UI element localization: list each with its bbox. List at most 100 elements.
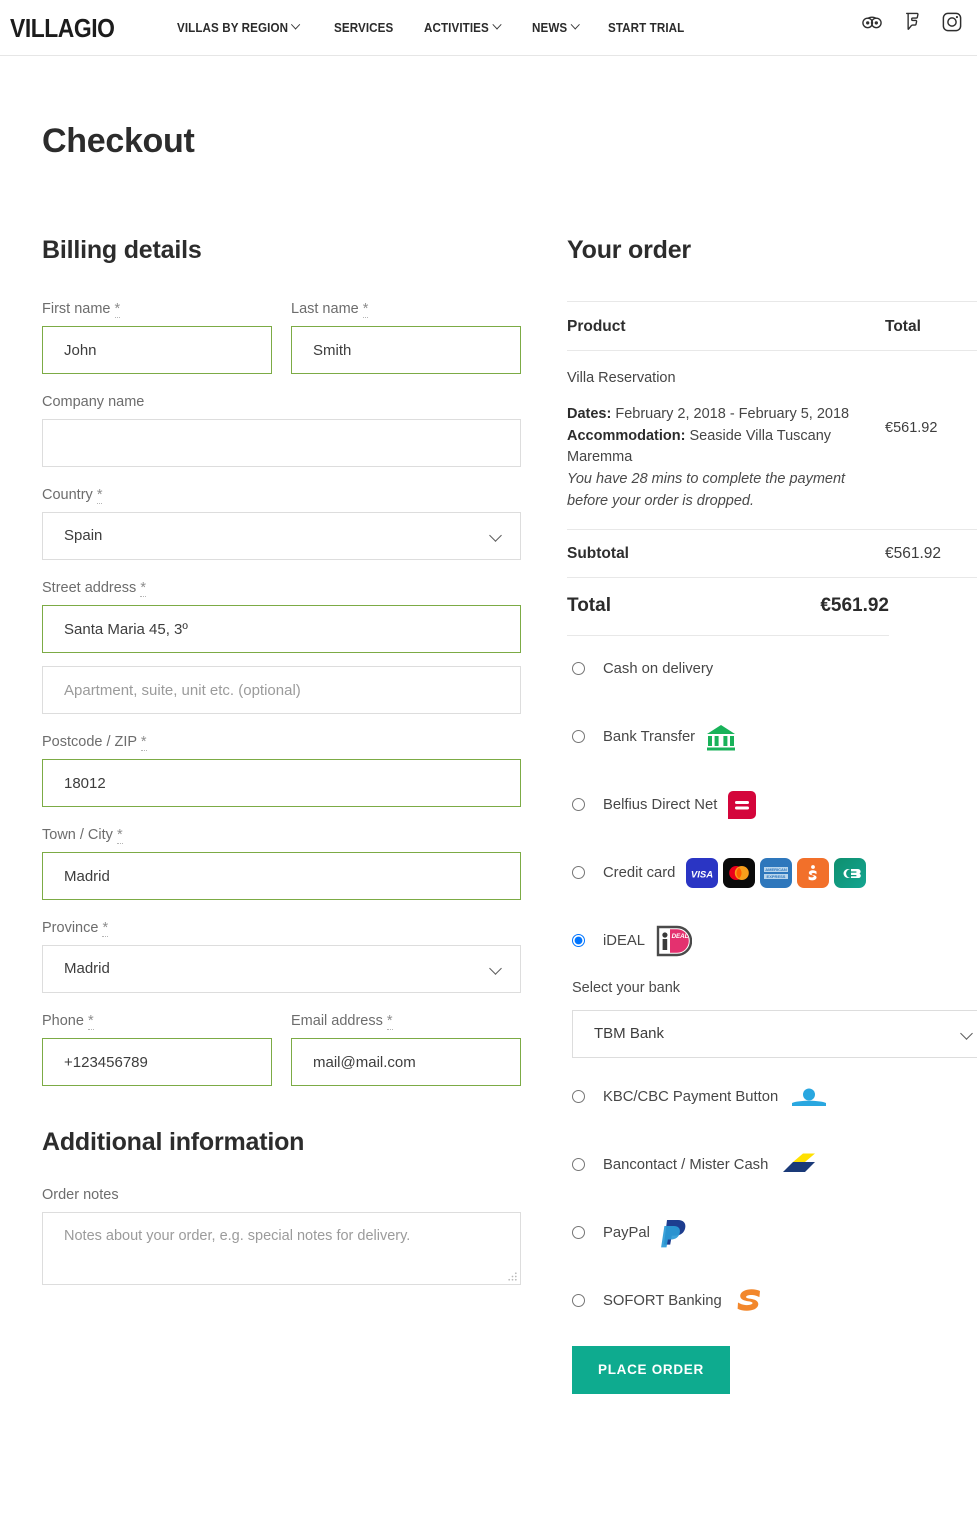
required-marker: * bbox=[87, 1013, 94, 1030]
subtotal-label: Subtotal bbox=[567, 544, 629, 562]
nav-item-news[interactable]: NEWS bbox=[531, 19, 580, 35]
first-name-input[interactable] bbox=[42, 326, 272, 374]
chevron-down-icon bbox=[570, 19, 580, 30]
nav-label: VILLAS BY REGION bbox=[176, 20, 288, 35]
payment-method-sofort[interactable]: SOFORT Banking bbox=[567, 1284, 977, 1318]
payment-method-icons bbox=[660, 1218, 689, 1248]
email-input[interactable] bbox=[291, 1038, 521, 1086]
nav-item-activities[interactable]: ACTIVITIES bbox=[424, 19, 502, 35]
order-total-row: Total €561.92 bbox=[567, 578, 889, 636]
last-name-field: Last name * bbox=[291, 301, 521, 374]
radio-ideal[interactable] bbox=[572, 934, 585, 947]
instagram-icon[interactable] bbox=[941, 11, 963, 33]
payment-method-icons bbox=[706, 723, 736, 751]
svg-text:EXPRESS: EXPRESS bbox=[767, 874, 786, 879]
radio-credit-card[interactable] bbox=[572, 866, 585, 879]
province-field: Province * Madrid bbox=[42, 920, 521, 993]
foursquare-icon[interactable] bbox=[901, 11, 923, 33]
order-notes-textarea[interactable] bbox=[42, 1212, 521, 1285]
dates-value: February 2, 2018 - February 5, 2018 bbox=[615, 405, 850, 422]
payment-method-bank-transfer[interactable]: Bank Transfer bbox=[567, 720, 977, 754]
label-text: First name bbox=[42, 301, 111, 317]
company-name-input[interactable] bbox=[42, 419, 521, 467]
chevron-down-icon bbox=[291, 19, 301, 30]
postcode-input[interactable] bbox=[42, 759, 521, 807]
radio-cash-on-delivery[interactable] bbox=[572, 662, 585, 675]
required-marker: * bbox=[140, 734, 147, 751]
city-input[interactable] bbox=[42, 852, 521, 900]
payment-method-bancontact[interactable]: Bancontact / Mister Cash bbox=[567, 1148, 977, 1182]
bank-select[interactable]: TBM Bank bbox=[572, 1009, 977, 1058]
visa-icon: VISA bbox=[686, 857, 719, 888]
discover-icon bbox=[797, 857, 830, 888]
radio-bank-transfer[interactable] bbox=[572, 730, 585, 743]
payment-method-label: SOFORT Banking bbox=[603, 1292, 722, 1309]
payment-method-icons bbox=[728, 790, 757, 819]
label-text: Postcode / ZIP bbox=[42, 734, 137, 750]
province-select[interactable]: Madrid bbox=[42, 945, 521, 993]
last-name-input[interactable] bbox=[291, 326, 521, 374]
payment-method-credit-card[interactable]: Credit card VISA AMERICAN EXPRESS bbox=[567, 856, 977, 890]
first-name-label: First name * bbox=[42, 301, 272, 318]
order-item-name: Villa Reservation bbox=[567, 370, 676, 386]
brand-logo[interactable]: VILLAGIO bbox=[10, 15, 115, 41]
order-line-item: Villa Reservation Dates: February 2, 201… bbox=[567, 351, 977, 530]
street-address-2-input[interactable] bbox=[42, 666, 521, 714]
street-address-input[interactable] bbox=[42, 605, 521, 653]
accommodation-label: Accommodation: bbox=[567, 427, 686, 444]
payment-method-icons bbox=[733, 1286, 765, 1316]
payment-methods-list: Cash on delivery Bank Transfer Belfius D… bbox=[567, 652, 977, 1318]
country-select[interactable]: Spain bbox=[42, 512, 521, 560]
payment-method-belfius[interactable]: Belfius Direct Net bbox=[567, 788, 977, 822]
order-table-header: Product Total bbox=[567, 302, 977, 351]
nav-label: ACTIVITIES bbox=[424, 20, 489, 35]
nav-item-services[interactable]: SERVICES bbox=[334, 21, 393, 35]
place-order-button[interactable]: PLACE ORDER bbox=[572, 1345, 730, 1394]
main-navigation: VILLAS BY REGION SERVICES ACTIVITIES NEW… bbox=[176, 19, 690, 35]
radio-kbc-cbc[interactable] bbox=[572, 1090, 585, 1103]
kbc-icon bbox=[792, 1088, 827, 1106]
radio-sofort[interactable] bbox=[572, 1294, 585, 1307]
phone-input[interactable] bbox=[42, 1038, 272, 1086]
order-notes-label: Order notes bbox=[42, 1187, 119, 1203]
order-item-details: Villa Reservation Dates: February 2, 201… bbox=[567, 368, 885, 513]
nav-item-villas-by-region[interactable]: VILLAS BY REGION bbox=[176, 19, 301, 35]
tripadvisor-icon[interactable] bbox=[861, 11, 883, 33]
nav-item-start-trial[interactable]: START TRIAL bbox=[608, 21, 684, 35]
payment-method-cash-on-delivery[interactable]: Cash on delivery bbox=[567, 652, 977, 686]
nav-label: SERVICES bbox=[334, 20, 394, 35]
phone-field: Phone * bbox=[42, 1013, 272, 1086]
amex-icon: AMERICAN EXPRESS bbox=[760, 857, 793, 888]
required-marker: * bbox=[140, 580, 146, 597]
payment-timer-warning: You have 28 mins to complete the payment… bbox=[567, 471, 846, 509]
bank-building-icon bbox=[707, 724, 736, 750]
payment-method-label: Bank Transfer bbox=[603, 728, 696, 745]
radio-bancontact[interactable] bbox=[572, 1158, 585, 1171]
street-address-field: Street address * bbox=[42, 580, 521, 714]
page-title: Checkout bbox=[42, 122, 195, 160]
paypal-icon bbox=[660, 1219, 686, 1247]
column-header-total: Total bbox=[885, 318, 921, 335]
payment-method-paypal[interactable]: PayPal bbox=[567, 1216, 977, 1250]
city-field: Town / City * bbox=[42, 827, 521, 900]
required-marker: * bbox=[362, 301, 369, 318]
payment-method-label: PayPal bbox=[603, 1224, 650, 1241]
payment-method-label: Bancontact / Mister Cash bbox=[603, 1156, 769, 1173]
company-name-field: Company name bbox=[42, 394, 521, 467]
payment-method-kbc-cbc[interactable]: KBC/CBC Payment Button bbox=[567, 1080, 977, 1114]
postcode-field: Postcode / ZIP * bbox=[42, 734, 521, 807]
radio-paypal[interactable] bbox=[572, 1226, 585, 1239]
label-text: Province bbox=[42, 920, 99, 936]
payment-method-label: Credit card bbox=[603, 864, 676, 881]
billing-details-heading: Billing details bbox=[42, 236, 202, 264]
nav-label: NEWS bbox=[531, 20, 568, 35]
billing-column: Billing details First name * Last name *… bbox=[42, 236, 521, 1305]
payment-method-ideal[interactable]: iDEAL DEAL bbox=[567, 924, 977, 958]
radio-belfius[interactable] bbox=[572, 798, 585, 811]
street-address-label: Street address * bbox=[42, 580, 521, 597]
payment-method-icons bbox=[779, 1152, 819, 1178]
social-links bbox=[861, 11, 963, 33]
order-column: Your order Product Total Villa Reservati… bbox=[567, 236, 977, 1394]
order-item-accommodation: Accommodation: Seaside Villa Tuscany Mar… bbox=[567, 426, 873, 470]
payment-method-label: iDEAL bbox=[603, 932, 645, 949]
